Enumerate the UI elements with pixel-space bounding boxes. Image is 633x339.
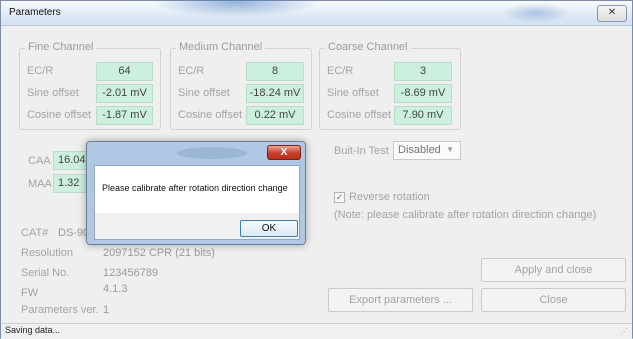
status-bar: Saving data... ⋰ (1, 323, 632, 339)
cat-label: CAT# (21, 227, 49, 239)
medium-sine-value: -18.24 mV (246, 84, 304, 103)
fine-cos-value: -1.87 mV (96, 106, 153, 125)
builtin-test-select[interactable]: Disabled ▼ (393, 141, 461, 160)
dialog-message: Please calibrate after rotation directio… (102, 183, 288, 193)
window-close-button[interactable]: ✕ (597, 5, 627, 22)
coarse-cos-value: 7.90 mV (394, 106, 452, 125)
close-button[interactable]: Close (481, 288, 626, 312)
params-ver-label: Parameters ver. (21, 304, 99, 316)
reverse-rotation-label: Reverse rotation (349, 191, 430, 203)
reverse-rotation-checkbox[interactable]: ✓ (334, 192, 345, 203)
resize-grip-icon[interactable]: ⋰ (620, 327, 628, 336)
dialog-titlebar-decoration (177, 147, 247, 159)
medium-sine-label: Sine offset (178, 87, 230, 99)
medium-ecr-value: 8 (246, 62, 304, 81)
titlebar-gradient-decoration (151, 0, 321, 17)
dropdown-arrow-icon: ▼ (446, 145, 454, 154)
coarse-ecr-label: EC/R (327, 65, 354, 77)
maa-label: MAA (28, 178, 52, 190)
fw-label: FW (21, 287, 39, 299)
status-text: Saving data... (5, 325, 61, 335)
coarse-sine-value: -8.69 mV (394, 84, 452, 103)
fine-channel-title: Fine Channel (25, 41, 97, 53)
export-parameters-button[interactable]: Export parameters ... (328, 288, 473, 312)
medium-cos-label: Cosine offset (178, 109, 243, 121)
params-ver-value: 1 (103, 304, 110, 316)
fine-cos-label: Cosine offset (27, 109, 92, 121)
calibration-dialog: X Please calibrate after rotation direct… (86, 141, 306, 245)
dialog-footer: OK (94, 213, 300, 240)
fine-sine-label: Sine offset (27, 87, 79, 99)
dialog-close-button[interactable]: X (267, 145, 301, 160)
fine-ecr-value: 64 (96, 62, 153, 81)
resolution-value: 2097152 CPR (21 bits) (103, 247, 215, 259)
close-icon: X (280, 147, 288, 158)
builtin-test-selected: Disabled (398, 144, 441, 156)
serial-label: Serial No. (21, 267, 70, 279)
fw-value: 4.1.3 (103, 283, 128, 295)
coarse-sine-label: Sine offset (327, 87, 379, 99)
medium-channel-title: Medium Channel (176, 41, 266, 53)
cat-value: DS-90 (58, 227, 90, 239)
serial-value: 123456789 (103, 267, 159, 279)
apply-and-close-button[interactable]: Apply and close (481, 258, 626, 282)
dialog-body: Please calibrate after rotation directio… (94, 165, 300, 215)
resolution-label: Resolution (21, 247, 73, 259)
fine-ecr-label: EC/R (27, 65, 54, 77)
titlebar-gradient-decoration-2 (501, 3, 571, 23)
ok-button[interactable]: OK (240, 220, 298, 237)
title-bar: Parameters ✕ (1, 0, 632, 26)
reverse-rotation-note: (Note: please calibrate after rotation d… (334, 209, 597, 221)
coarse-ecr-value: 3 (394, 62, 452, 81)
medium-ecr-label: EC/R (178, 65, 205, 77)
coarse-channel-title: Coarse Channel (325, 41, 411, 53)
caa-label: CAA (28, 155, 51, 167)
fine-sine-value: -2.01 mV (96, 84, 153, 103)
medium-cos-value: 0.22 mV (246, 106, 304, 125)
coarse-cos-label: Cosine offset (327, 109, 392, 121)
builtin-test-label: Buit-In Test (334, 145, 389, 157)
parameters-window: Parameters ✕ Fine Channel EC/R 64 Sine o… (0, 0, 633, 339)
close-icon: ✕ (607, 7, 617, 18)
window-title: Parameters (9, 7, 61, 18)
